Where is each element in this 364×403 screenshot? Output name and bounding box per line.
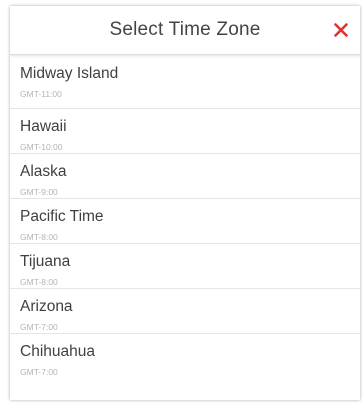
time-zone-offset: GMT-8:00 bbox=[20, 277, 58, 287]
list-item[interactable]: Tijuana GMT-8:00 bbox=[10, 244, 360, 289]
close-icon bbox=[334, 23, 348, 37]
list-item[interactable]: Arizona GMT-7:00 bbox=[10, 289, 360, 334]
time-zone-name: Chihuahua bbox=[20, 343, 95, 360]
time-zone-name: Pacific Time bbox=[20, 208, 104, 225]
time-zone-name: Arizona bbox=[20, 298, 73, 315]
time-zone-offset: GMT-7:00 bbox=[20, 322, 58, 332]
list-item[interactable]: Chihuahua GMT-7:00 bbox=[10, 334, 360, 379]
time-zone-list[interactable]: Midway Island GMT-11:00 Hawaii GMT-10:00… bbox=[10, 55, 360, 400]
list-item[interactable]: Midway Island GMT-11:00 bbox=[10, 55, 360, 109]
time-zone-name: Hawaii bbox=[20, 118, 67, 135]
time-zone-offset: GMT-9:00 bbox=[20, 187, 58, 197]
time-zone-dialog: Select Time Zone Midway Island GMT-11:00… bbox=[10, 6, 360, 400]
dialog-title: Select Time Zone bbox=[109, 19, 261, 40]
time-zone-name: Midway Island bbox=[20, 65, 119, 82]
time-zone-name: Tijuana bbox=[20, 253, 71, 270]
time-zone-offset: GMT-10:00 bbox=[20, 142, 63, 152]
list-item[interactable]: Pacific Time GMT-8:00 bbox=[10, 199, 360, 244]
list-item[interactable]: Alaska GMT-9:00 bbox=[10, 154, 360, 199]
time-zone-offset: GMT-7:00 bbox=[20, 367, 58, 377]
time-zone-name: Alaska bbox=[20, 163, 67, 180]
time-zone-offset: GMT-11:00 bbox=[20, 89, 62, 99]
time-zone-offset: GMT-8:00 bbox=[20, 232, 58, 242]
close-button[interactable] bbox=[326, 15, 356, 45]
dialog-header: Select Time Zone bbox=[10, 6, 360, 55]
list-item[interactable]: Hawaii GMT-10:00 bbox=[10, 109, 360, 154]
